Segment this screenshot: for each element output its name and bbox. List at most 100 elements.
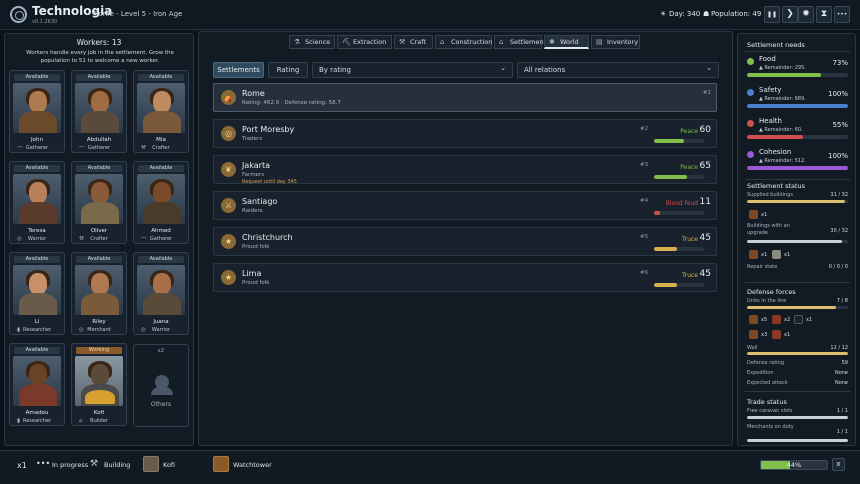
portrait-head (91, 364, 109, 386)
next-button[interactable]: ❯ (782, 6, 798, 23)
expected-attack-value: None (834, 380, 848, 386)
relation-bar-fill (654, 283, 677, 287)
portrait-head (91, 91, 109, 113)
upgrade-icon-count-1: x1 (761, 252, 768, 258)
watchtower-icon (213, 456, 229, 472)
settlement-row[interactable]: ★ Christchurch Proud folk #5 Truce 45 (213, 227, 717, 256)
supplied-icon-count: x1 (761, 212, 768, 218)
worker-card[interactable]: Available Riley ◎ Merchant (71, 252, 127, 335)
tab-label: Construction (451, 38, 493, 46)
units-value: 7 / 8 (836, 298, 848, 304)
relation-value: 45 (699, 233, 711, 243)
settlement-name: Rome (242, 89, 265, 98)
tab-craft[interactable]: ⚒ Craft (394, 35, 433, 49)
worker-card[interactable]: Available Amadou ▮ Researcher (9, 343, 65, 426)
tab-world[interactable]: ✺ World (544, 35, 589, 49)
worker-card[interactable]: Available Ahmed ⌒ Gatherer (133, 161, 189, 244)
settlements-toggle[interactable]: Settlements (213, 62, 264, 78)
expected-attack-label: Expected attack (747, 380, 788, 386)
tab-icon: ⌂ (440, 38, 445, 46)
settlement-row[interactable]: ⛺ Rome Rating: 462.9 · Defense rating: 58.… (213, 83, 717, 112)
building-target: Watchtower (233, 461, 272, 469)
settlement-request-note: Request until day 345 (242, 179, 297, 185)
worker-card[interactable]: Available Abdullah ⌒ Gatherer (71, 70, 127, 153)
in-progress-dots-icon: ••• (36, 459, 51, 468)
worker-card[interactable]: Available Mia ⚒ Crafter (133, 70, 189, 153)
workers-title: Workers: 13 (76, 38, 122, 47)
stone-icon (772, 250, 781, 259)
worker-portrait (137, 83, 185, 133)
merchants-bar-fill (747, 439, 848, 442)
worker-role: Gatherer (25, 145, 49, 151)
merchants-label: Merchants on duty (747, 424, 794, 430)
tab-label: Inventory (607, 38, 639, 46)
worker-portrait (13, 174, 61, 224)
tab-extraction[interactable]: ⛏ Extraction (337, 35, 392, 49)
relation-bar (654, 211, 704, 215)
worker-card[interactable]: Available Oliver ⚒ Crafter (71, 161, 127, 244)
settlement-description: Rating: 462.9 · Defense rating: 58.7 (242, 100, 341, 106)
worker-role: Warrior (151, 327, 171, 333)
worker-card[interactable]: Available Li ▮ Researcher (9, 252, 65, 335)
hourglass-button[interactable]: ⧗ (816, 6, 832, 23)
repair-label: Repair state (747, 264, 778, 270)
settlement-row[interactable]: ★ Lima Proud folk #6 Truce 45 (213, 263, 717, 292)
menu-button[interactable]: ••• (834, 6, 850, 23)
worker-role: Gatherer (149, 236, 173, 242)
worker-name: Li (34, 319, 40, 325)
tab-construction[interactable]: ⌂ Construction (435, 35, 492, 49)
tab-icon: ⛏ (342, 38, 351, 46)
rating-toggle[interactable]: Rating (268, 62, 308, 78)
tab-icon: ⚗ (294, 38, 301, 46)
others-card[interactable]: x2 Others (133, 344, 189, 427)
settings-gear-button[interactable]: ✹ (798, 6, 814, 23)
portrait-head (29, 91, 47, 113)
day-counter: Day: 340 (669, 10, 701, 18)
worker-card[interactable]: Available Teresa ◎ Warrior (9, 161, 65, 244)
worker-name: John (31, 137, 43, 143)
population-counter: Population: 49 (711, 10, 762, 18)
need-icon (747, 151, 754, 158)
speed-multiplier[interactable]: x1 (17, 461, 27, 470)
need-name: Cohesion (759, 148, 792, 156)
worker-role: Researcher (22, 327, 52, 333)
need-bar-fill (747, 166, 848, 170)
worker-card[interactable]: Working Kofi ⌂ Builder (71, 343, 127, 426)
hammer-icon: ⚒ (90, 459, 99, 469)
need-percent: 100% (827, 90, 848, 98)
settlement-name: Lima (242, 269, 262, 278)
worker-name: Amadou (25, 410, 49, 416)
cancel-construction-button[interactable]: x (832, 458, 845, 471)
portrait-body (19, 293, 57, 315)
merchants-bar (747, 439, 848, 442)
upgrade-value: 30 / 32 (830, 228, 848, 234)
supplied-bar (747, 200, 848, 203)
settlement-row[interactable]: ❦ Jakarta Farmers Request until day 345 #3 Pe… (213, 155, 717, 185)
settlement-name: Jakarta (242, 161, 270, 170)
tab-inventory[interactable]: ▤ Inventory (591, 35, 640, 49)
tab-settlement[interactable]: ⌂ Settlement (494, 35, 546, 49)
worker-portrait (137, 174, 185, 224)
worker-portrait (13, 83, 61, 133)
portrait-body (19, 202, 57, 224)
worker-card[interactable]: Available John ⌒ Gatherer (9, 70, 65, 153)
worker-card[interactable]: Available Juana ◎ Warrior (133, 252, 189, 335)
settlement-row[interactable]: ⚔ Santiago Raiders #4 Blood feud 11 (213, 191, 717, 220)
need-bar (747, 73, 848, 77)
settlement-row[interactable]: ◎ Port Moresby Traders #2 Peace 60 (213, 119, 717, 148)
sort-dropdown[interactable]: By rating ⌄ (312, 62, 513, 78)
pause-button[interactable]: ❚❚ (764, 6, 780, 23)
settlement-name: Port Moresby (242, 125, 295, 134)
relations-dropdown-value: All relations (524, 66, 566, 74)
tab-icon: ✺ (549, 38, 555, 46)
chevron-down-icon: ⌄ (706, 64, 712, 72)
archer-icon (772, 315, 781, 324)
builder-name: Kofi (163, 461, 176, 469)
others-label: Others (150, 401, 172, 408)
guard-icon (749, 330, 758, 339)
tab-science[interactable]: ⚗ Science (289, 35, 335, 49)
relation-status: Truce (681, 272, 698, 279)
relation-status: Peace (680, 128, 698, 135)
relations-dropdown[interactable]: All relations ⌄ (517, 62, 719, 78)
relation-bar (654, 175, 704, 179)
